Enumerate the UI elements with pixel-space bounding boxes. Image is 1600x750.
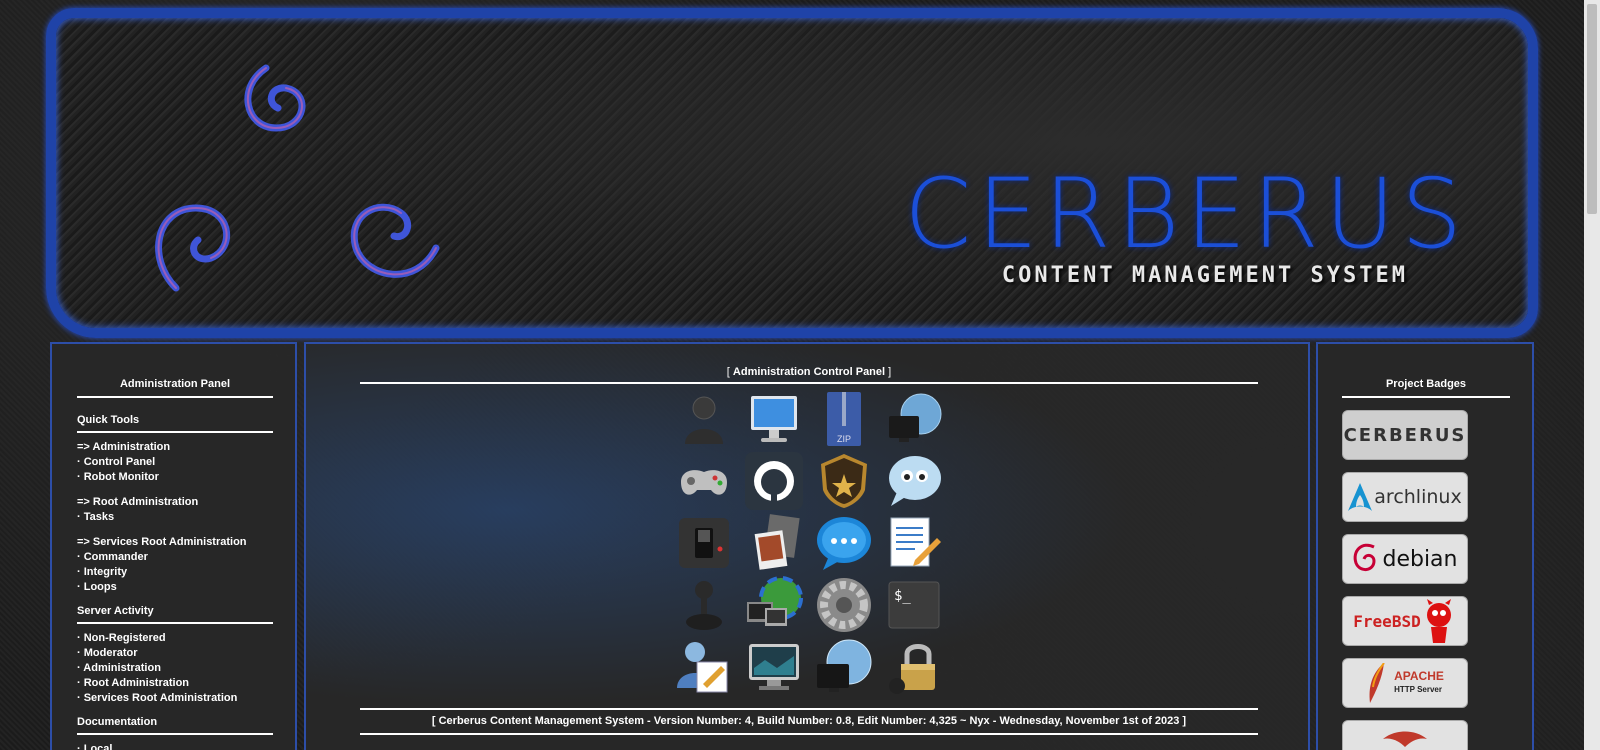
quick-tools-group-2: => Root Administration · Tasks — [77, 495, 273, 525]
server-activity-list: · Non-Registered · Moderator · Administr… — [77, 631, 273, 706]
globe-monitor-icon[interactable] — [813, 636, 875, 698]
activity-services-root-administration[interactable]: · Services Root Administration — [77, 691, 273, 706]
control-panel-title: [ Administration Control Panel ] — [360, 366, 1258, 384]
nav-control-panel[interactable]: · Control Panel — [77, 455, 273, 470]
badge-cerberus-label: CERBERUS — [1343, 424, 1467, 446]
user-icon[interactable] — [673, 388, 735, 450]
version-footer: [ Cerberus Content Management System - V… — [360, 708, 1258, 735]
nav-root-administration[interactable]: => Root Administration — [77, 495, 273, 510]
title-text: Administration Control Panel — [732, 366, 886, 378]
nav-tasks[interactable]: · Tasks — [77, 510, 273, 525]
server-activity-heading: Server Activity — [77, 595, 273, 624]
title-bracket-close: ] — [885, 366, 892, 378]
badge-archlinux-label: archlinux — [1374, 486, 1462, 508]
users-edit-icon[interactable] — [673, 636, 735, 698]
activity-moderator[interactable]: · Moderator — [77, 646, 273, 661]
doc-local[interactable]: · Local — [77, 742, 273, 750]
photos-icon[interactable] — [743, 512, 805, 574]
administration-panel: Administration Panel Quick Tools => Admi… — [50, 342, 297, 750]
monitor-icon[interactable] — [743, 388, 805, 450]
github-icon[interactable] — [743, 450, 805, 512]
control-panel-main: [ Administration Control Panel ] ZIP $_ … — [304, 342, 1310, 750]
badge-partial[interactable] — [1342, 720, 1468, 750]
lock-icon[interactable] — [883, 636, 945, 698]
badge-archlinux[interactable]: archlinux — [1342, 472, 1468, 522]
nav-robot-monitor[interactable]: · Robot Monitor — [77, 470, 273, 485]
network-globe-icon[interactable] — [883, 388, 945, 450]
switch-icon[interactable] — [673, 512, 735, 574]
chat-bubble-icon[interactable] — [883, 450, 945, 512]
badge-cerberus[interactable]: CERBERUS — [1342, 410, 1468, 460]
nav-administration[interactable]: => Administration — [77, 440, 273, 455]
quick-tools-group-3: => Services Root Administration · Comman… — [77, 535, 273, 595]
terminal-icon[interactable]: $_ — [883, 574, 945, 636]
zip-archive-icon[interactable]: ZIP — [813, 388, 875, 450]
text-editor-icon[interactable] — [883, 512, 945, 574]
debian-swirl-icon — [1354, 543, 1376, 571]
header-banner: CERBERUS CONTENT MANAGEMENT SYSTEM — [46, 8, 1538, 338]
scrollbar-thumb[interactable] — [1587, 4, 1597, 214]
gamepad-icon[interactable] — [673, 450, 735, 512]
control-panel-icon-grid: ZIP $_ — [669, 388, 949, 698]
brand-title: CERBERUS — [904, 158, 1468, 270]
svg-text:$_: $_ — [894, 588, 911, 604]
apache-text: APACHE HTTP Server — [1394, 670, 1444, 696]
nav-loops[interactable]: · Loops — [77, 580, 273, 595]
badge-freebsd-label: FreeBSD — [1353, 611, 1421, 631]
quick-tools-heading: Quick Tools — [77, 398, 273, 433]
nav-services-root-administration[interactable]: => Services Root Administration — [77, 535, 273, 550]
nav-integrity[interactable]: · Integrity — [77, 565, 273, 580]
badge-debian[interactable]: debian — [1342, 534, 1468, 584]
security-badge-icon[interactable] — [813, 450, 875, 512]
activity-root-administration[interactable]: · Root Administration — [77, 676, 273, 691]
administration-panel-heading: Administration Panel — [77, 378, 273, 398]
badge-apache-label: APACHE — [1394, 669, 1444, 683]
message-icon[interactable] — [813, 512, 875, 574]
globe-computers-icon[interactable] — [743, 574, 805, 636]
activity-non-registered[interactable]: · Non-Registered — [77, 631, 273, 646]
apache-feather-icon — [1369, 663, 1385, 703]
documentation-heading: Documentation — [77, 706, 273, 735]
quick-tools-group-1: => Administration · Control Panel · Robo… — [77, 440, 273, 485]
badge-apache-sub: HTTP Server — [1394, 685, 1442, 694]
triskelion-logo — [155, 64, 440, 292]
beastie-icon — [1426, 599, 1451, 643]
display-icon[interactable] — [743, 636, 805, 698]
partial-badge-logo-icon — [1383, 731, 1427, 747]
project-badges-heading: Project Badges — [1342, 378, 1510, 398]
nav-commander[interactable]: · Commander — [77, 550, 273, 565]
badge-apache[interactable]: APACHE HTTP Server — [1342, 658, 1468, 708]
page-scrollbar[interactable] — [1584, 0, 1600, 750]
settings-gear-icon[interactable] — [813, 574, 875, 636]
joystick-icon[interactable] — [673, 574, 735, 636]
brand-subtitle: CONTENT MANAGEMENT SYSTEM — [1001, 263, 1408, 288]
badge-debian-label: debian — [1382, 546, 1458, 572]
project-badges-panel: Project Badges CERBERUS archlinux debian… — [1316, 342, 1534, 750]
svg-text:ZIP: ZIP — [837, 434, 851, 444]
badge-freebsd[interactable]: FreeBSD — [1342, 596, 1468, 646]
activity-administration[interactable]: · Administration — [77, 661, 273, 676]
arch-logo-icon — [1348, 483, 1373, 511]
